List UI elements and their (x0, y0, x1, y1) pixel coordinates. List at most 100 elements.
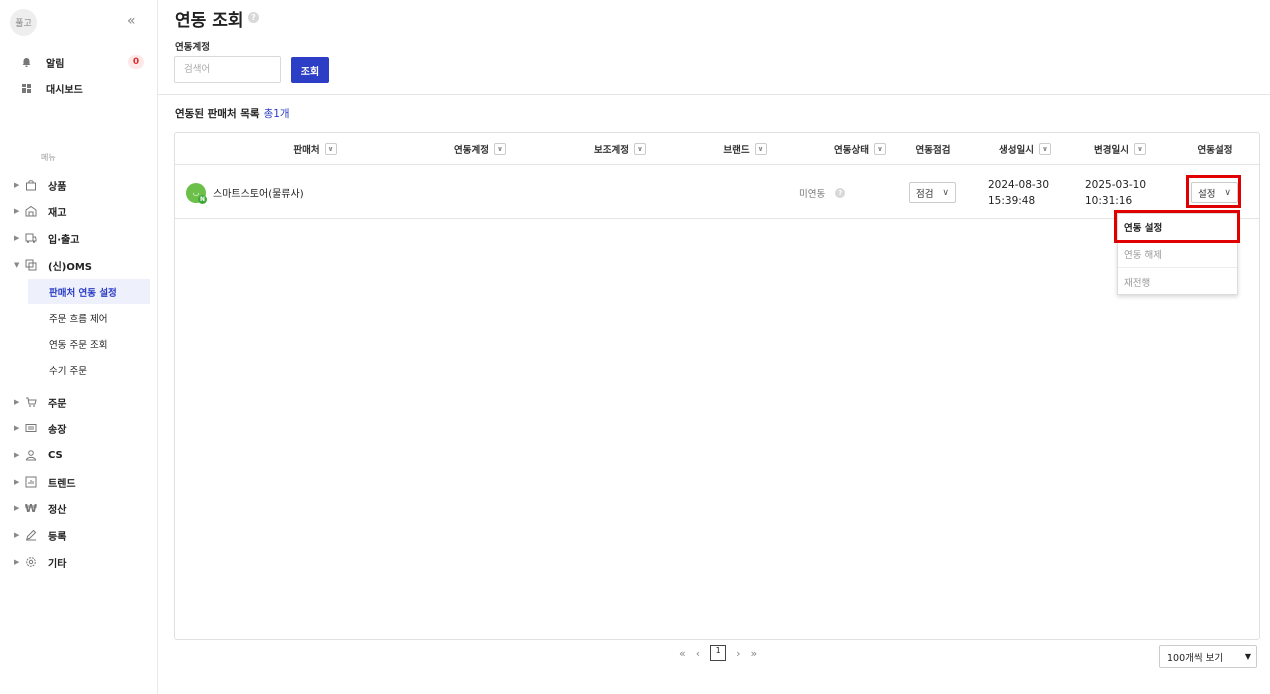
person-icon (24, 448, 38, 462)
sidebar-subitem-linked-orders[interactable]: 연동 주문 조회 (28, 331, 150, 356)
sidebar-subitem-manual-order[interactable]: 수기 주문 (28, 357, 150, 382)
sidebar-item-label: 알림 (46, 58, 65, 70)
sidebar-item-label: 트렌드 (48, 478, 76, 490)
sidebar-item-label: 대시보드 (46, 84, 83, 96)
sidebar-item-oms[interactable]: ▼ (신)OMS (14, 255, 150, 275)
sidebar-item-label: 기타 (48, 558, 67, 570)
logo[interactable]: 풀고 (10, 9, 37, 36)
sidebar-item-label: 상품 (48, 181, 67, 193)
search-button[interactable]: 조회 (291, 57, 329, 83)
created-cell: 2024-08-30 15:39:48 (988, 166, 1049, 219)
sidebar-item-cs[interactable]: ▶ CS (14, 445, 150, 465)
chevron-right-icon: ▶ (14, 531, 20, 539)
page-title: 연동 조회 (175, 11, 244, 31)
sidebar-item-products[interactable]: ▶ 상품 (14, 175, 150, 195)
sidebar-item-label: 정산 (48, 504, 67, 516)
store-name: 스마트스토어(물류사) (213, 189, 304, 200)
store-table: 판매처 ∨ 연동계정 ∨ 보조계정 ∨ 브랜드 ∨ 연동상태 ∨ 연동점검 생성일시 ∨ 변… (174, 132, 1260, 640)
sidebar-item-settlement[interactable]: ▶ ₩ 정산 (14, 498, 150, 518)
help-icon[interactable]: ? (248, 12, 259, 23)
highlight-setting-button (1186, 175, 1241, 208)
sidebar-item-label: 재고 (48, 207, 67, 219)
column-store: 판매처 ∨ (215, 133, 415, 165)
check-button[interactable]: 점검 ∨ (909, 182, 956, 203)
chevron-right-icon: ▶ (14, 558, 20, 566)
filter-label: 연동계정 (175, 42, 210, 53)
column-created: 생성일시 ∨ (975, 133, 1075, 165)
created-time: 15:39:48 (988, 194, 1036, 207)
sidebar-item-label: 주문 (48, 398, 67, 410)
chevron-right-icon: ▶ (14, 451, 20, 459)
updated-date: 2025-03-10 (1085, 178, 1147, 191)
oms-icon (24, 258, 38, 272)
smartstore-logo-icon: ◡ N (186, 182, 207, 204)
status-text: 미연동 (799, 188, 826, 200)
chevron-right-icon: ▶ (14, 478, 20, 486)
filter-icon[interactable]: ∨ (493, 143, 506, 155)
chevron-right-icon: ▶ (14, 181, 20, 189)
sidebar-item-orders[interactable]: ▶ 주문 (14, 392, 150, 412)
page-size-select[interactable]: 100개씩 보기 ▼ (1159, 645, 1257, 668)
divider (158, 94, 1270, 95)
chevron-right-icon: ▶ (14, 504, 20, 512)
chevron-down-icon: ▼ (14, 261, 20, 269)
filter-icon[interactable]: ∨ (754, 143, 767, 155)
sidebar-item-invoice[interactable]: ▶ 송장 (14, 418, 150, 438)
table-row: ◡ N 스마트스토어(물류사) 미연동 ? 점검 ∨ 2024-08-30 15:3… (175, 166, 1259, 219)
help-icon[interactable]: ? (835, 187, 846, 198)
sidebar-item-alerts[interactable]: 알림 0 (20, 52, 150, 72)
collapse-sidebar-icon[interactable]: « (127, 14, 136, 28)
dashboard-icon (20, 82, 32, 94)
list-title: 연동된 판매처 목록 총1개 (175, 106, 290, 121)
truck-icon (24, 231, 38, 245)
chevron-right-icon: ▶ (14, 234, 20, 242)
sidebar-item-dashboard[interactable]: 대시보드 (20, 78, 150, 98)
check-cell: 점검 ∨ (909, 166, 956, 219)
filter-icon[interactable]: ∨ (873, 143, 886, 155)
pencil-icon (24, 528, 38, 542)
filter-icon[interactable]: ∨ (1038, 143, 1051, 155)
sidebar-item-etc[interactable]: ▶ 기타 (14, 552, 150, 572)
store-cell: ◡ N 스마트스토어(물류사) (186, 166, 304, 219)
menu-item-unlink[interactable]: 연동 해제 (1118, 241, 1237, 268)
list-count: 총1개 (263, 108, 290, 120)
menu-item-retry[interactable]: 재전행 (1118, 268, 1237, 295)
sidebar-item-trend[interactable]: ▶ 트렌드 (14, 472, 150, 492)
chevron-right-icon: ▶ (14, 207, 20, 215)
page-number-current[interactable]: 1 (710, 645, 727, 661)
filter-icon[interactable]: ∨ (324, 143, 337, 155)
sidebar-item-register[interactable]: ▶ 등록 (14, 525, 150, 545)
bag-icon (24, 178, 38, 192)
created-date: 2024-08-30 (988, 178, 1050, 191)
warehouse-icon (24, 204, 38, 218)
search-input[interactable] (174, 56, 281, 83)
filter-icon[interactable]: ∨ (633, 143, 646, 155)
bell-icon (20, 56, 32, 68)
status-cell: 미연동 ? (799, 166, 846, 219)
filter-icon[interactable]: ∨ (1133, 143, 1146, 155)
next-page-icon[interactable]: › (736, 647, 740, 660)
column-setting: 연동설정 (1197, 145, 1233, 156)
alert-count-badge: 0 (128, 55, 144, 69)
column-sub-account: 보조계정 ∨ (545, 133, 695, 165)
table-header: 판매처 ∨ 연동계정 ∨ 보조계정 ∨ 브랜드 ∨ 연동상태 ∨ 연동점검 생성일시 ∨ 변… (175, 133, 1259, 165)
chart-icon (24, 475, 38, 489)
sidebar-subitem-store-link-settings[interactable]: 판매처 연동 설정 (28, 279, 150, 304)
cart-icon (24, 395, 38, 409)
list-title-text: 연동된 판매처 목록 (175, 108, 260, 120)
first-page-icon[interactable]: « (679, 647, 686, 660)
prev-page-icon[interactable]: ‹ (696, 647, 700, 660)
caret-down-icon: ▼ (1244, 652, 1251, 661)
column-updated: 변경일시 ∨ (1070, 133, 1170, 165)
sidebar-item-label: 등록 (48, 531, 67, 543)
highlight-link-setting (1114, 210, 1240, 243)
chevron-right-icon: ▶ (14, 424, 20, 432)
gear-icon (24, 555, 38, 569)
sidebar-item-inventory[interactable]: ▶ 재고 (14, 201, 150, 221)
sidebar-subitem-order-flow[interactable]: 주문 흐름 제어 (28, 305, 150, 330)
sidebar-item-inbound-outbound[interactable]: ▶ 입·출고 (14, 228, 150, 248)
sidebar-item-label: (신)OMS (48, 261, 92, 273)
sidebar-item-label: 송장 (48, 424, 67, 436)
sidebar-item-label: CS (48, 449, 63, 461)
last-page-icon[interactable]: » (751, 647, 758, 660)
